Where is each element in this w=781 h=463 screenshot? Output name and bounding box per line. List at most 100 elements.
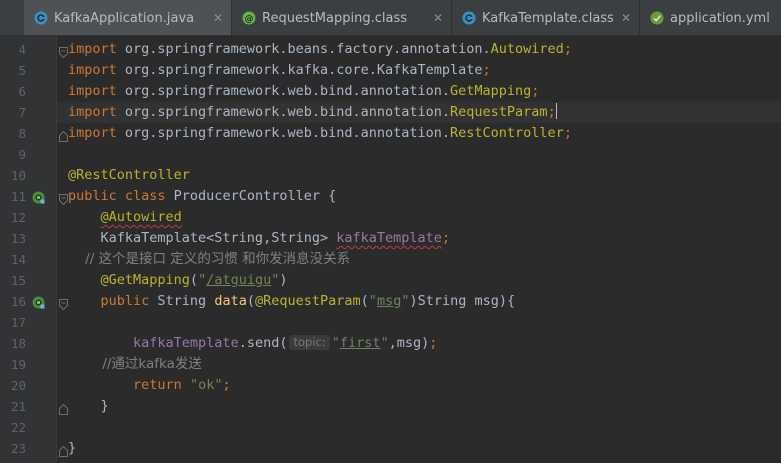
line-number: 11	[10, 189, 26, 204]
code-token: org.springframework.web.bind.annotation.	[124, 125, 451, 141]
tab-requestmapping-class[interactable]: @ RequestMapping.class ✕	[232, 0, 452, 35]
code-token: ProducerController {	[173, 188, 337, 204]
code-text: kafkaTemplate.send(topic: "first",msg);	[68, 333, 437, 354]
code-line[interactable]: 24	[0, 459, 781, 463]
tab-application-yml[interactable]: application.yml	[640, 0, 781, 35]
code-line[interactable]: 13 KafkaTemplate<String,String> kafkaTem…	[0, 228, 781, 249]
code-line[interactable]: 23}	[0, 438, 781, 459]
code-token: kafkaTemplate	[336, 230, 442, 246]
code-token: @GetMapping	[100, 272, 190, 288]
code-token: public class	[68, 188, 174, 204]
code-line[interactable]: 16 public String data(@RequestParam("msg…	[0, 291, 781, 312]
code-text: @RestController	[68, 165, 190, 186]
code-line[interactable]: 4 import org.springframework.beans.factor…	[0, 39, 781, 60]
tab-label: RequestMapping.class	[262, 10, 407, 26]
line-number: 23	[10, 441, 26, 456]
code-token: ;	[563, 41, 572, 57]
code-token: import	[68, 83, 125, 99]
tab-label: KafkaTemplate.class	[482, 10, 614, 26]
code-line[interactable]: 17	[0, 312, 781, 333]
code-token: data	[214, 293, 247, 309]
code-text: // 这个是接口 定义的习惯 和你发消息没关系	[68, 249, 350, 270]
code-token: "	[380, 335, 389, 351]
code-line[interactable]: 19 //通过kafka发送	[0, 354, 781, 375]
line-number: 12	[10, 210, 26, 225]
tab-label: KafkaApplication.java	[54, 10, 195, 26]
code-token: @RequestParam	[254, 293, 361, 309]
class-icon	[462, 11, 476, 25]
fold-close-icon[interactable]	[59, 128, 68, 142]
code-token: RestController	[450, 125, 564, 141]
spring-bean-icon[interactable]	[32, 190, 45, 204]
tab-kafkaapplication-java[interactable]: KafkaApplication.java ✕	[24, 0, 232, 35]
code-token: GetMapping	[450, 83, 532, 99]
code-token: ;	[547, 104, 556, 120]
code-text: @GetMapping("/atguigu")	[68, 270, 288, 291]
code-token: }	[68, 440, 77, 456]
code-token: ;	[429, 335, 438, 351]
line-number: 10	[10, 168, 26, 183]
code-token: ;	[531, 83, 540, 99]
java-class-icon	[34, 11, 48, 25]
line-number: 22	[10, 420, 26, 435]
line-number: 17	[10, 315, 26, 330]
code-line[interactable]: 22	[0, 417, 781, 438]
code-text: @Autowired	[68, 207, 182, 228]
close-tab-icon[interactable]: ✕	[621, 11, 631, 25]
code-line[interactable]: 5 import org.springframework.kafka.core.K…	[0, 60, 781, 81]
code-line[interactable]: 15 @GetMapping("/atguigu")	[0, 270, 781, 291]
close-tab-icon[interactable]: ✕	[213, 11, 223, 25]
line-number: 21	[10, 399, 26, 414]
annotation-class-icon: @	[242, 11, 256, 25]
line-number: 18	[10, 336, 26, 351]
code-line[interactable]: 10 @RestController	[0, 165, 781, 186]
code-line[interactable]: 14 // 这个是接口 定义的习惯 和你发消息没关系	[0, 249, 781, 270]
fold-open-icon[interactable]	[59, 296, 68, 311]
line-number: 15	[10, 273, 26, 288]
code-line[interactable]: 20 return "ok";	[0, 375, 781, 396]
code-token: )String msg){	[409, 293, 516, 309]
editor-tab-bar: KafkaApplication.java ✕ @ RequestMapping.cl…	[0, 0, 781, 36]
fold-open-icon[interactable]	[59, 191, 68, 206]
code-token: @RestController	[68, 167, 190, 183]
code-token: ;	[563, 125, 572, 141]
line-number: 16	[10, 294, 26, 309]
code-token: .send(	[238, 335, 288, 351]
fold-open-icon[interactable]	[59, 44, 68, 59]
code-line[interactable]: 11 public class ProducerController {	[0, 186, 781, 207]
code-token: @Autowired	[100, 209, 182, 225]
code-line[interactable]: 18 kafkaTemplate.send(topic: "first",msg)…	[0, 333, 781, 354]
code-text: import org.springframework.web.bind.anno…	[68, 102, 557, 123]
code-text: }	[68, 396, 109, 417]
line-number: 8	[18, 126, 26, 141]
fold-close-icon[interactable]	[59, 401, 68, 415]
code-token: ;	[441, 230, 451, 246]
code-token: org.springframework.web.bind.annotation.	[124, 83, 451, 99]
code-token: import	[68, 125, 125, 141]
code-token: import	[68, 41, 125, 57]
code-token: ,msg)	[388, 335, 430, 351]
code-line[interactable]: 21 }	[0, 396, 781, 417]
tab-label: application.yml	[670, 10, 770, 26]
code-line[interactable]: 8 import org.springframework.web.bind.ann…	[0, 123, 781, 144]
code-editor[interactable]: 4 import org.springframework.beans.factor…	[0, 36, 781, 463]
code-token: "ok"	[189, 377, 223, 393]
code-line[interactable]: 7 import org.springframework.web.bind.ann…	[0, 102, 781, 123]
code-line[interactable]: 9	[0, 144, 781, 165]
code-line[interactable]: 6 import org.springframework.web.bind.ann…	[0, 81, 781, 102]
close-tab-icon[interactable]: ✕	[433, 11, 443, 25]
code-token: import	[68, 62, 125, 78]
spring-bean-icon[interactable]	[32, 295, 45, 309]
tab-kafkatemplate-class[interactable]: KafkaTemplate.class ✕	[452, 0, 640, 35]
fold-close-icon[interactable]	[59, 443, 68, 457]
code-token: org.springframework.beans.factory.annota…	[124, 41, 491, 57]
line-number: 6	[18, 84, 26, 99]
line-number: 14	[10, 252, 26, 267]
code-token: first	[339, 335, 381, 351]
code-line[interactable]: 12 @Autowired	[0, 207, 781, 228]
